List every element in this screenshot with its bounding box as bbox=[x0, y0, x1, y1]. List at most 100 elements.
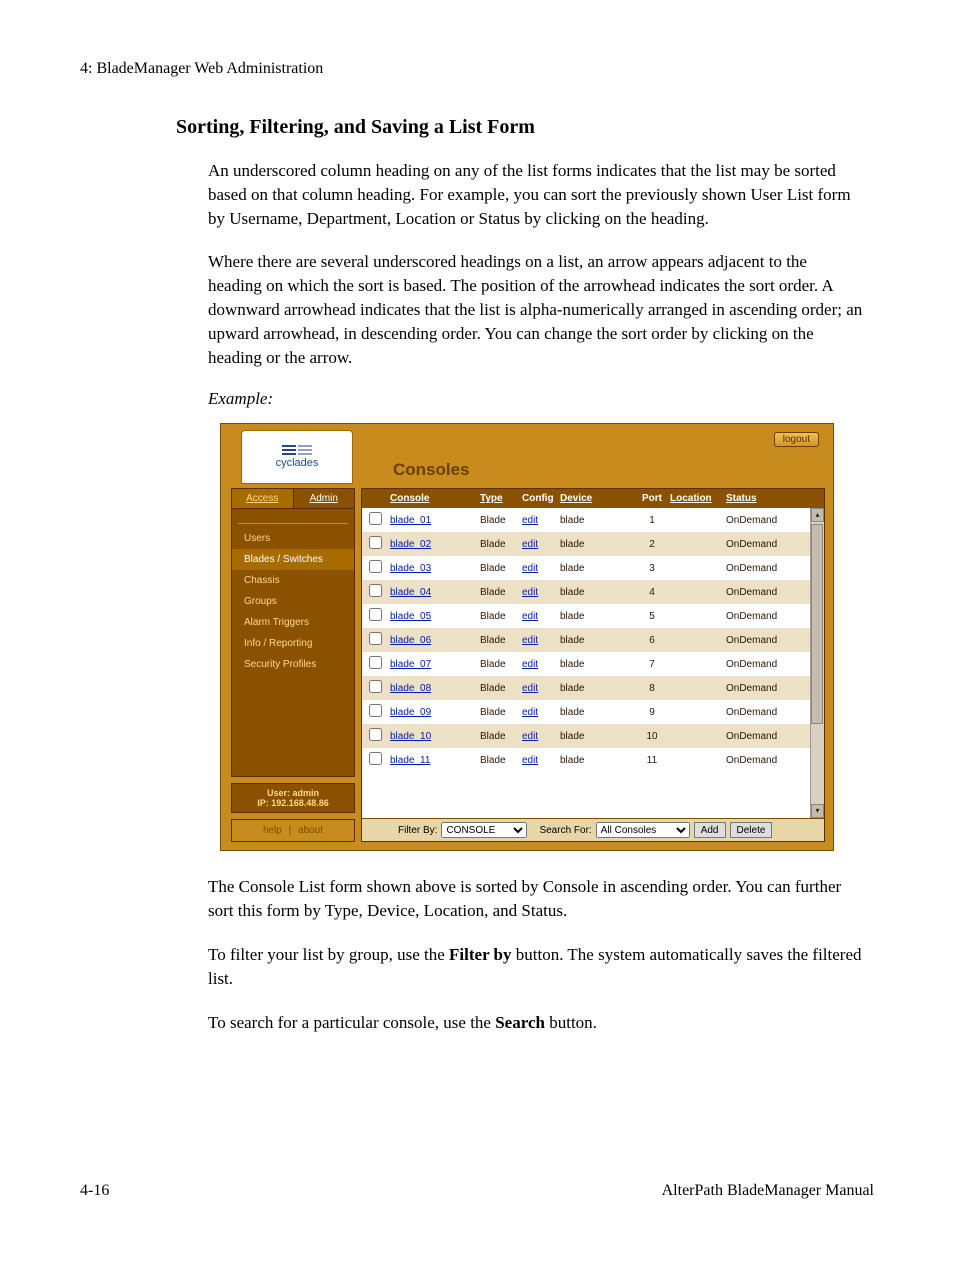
edit-link[interactable]: edit bbox=[522, 755, 538, 766]
cell-port: 10 bbox=[634, 731, 670, 742]
console-link[interactable]: blade_06 bbox=[390, 635, 431, 646]
nav-alarm-triggers[interactable]: Alarm Triggers bbox=[232, 612, 354, 633]
table-row: blade_01Bladeeditblade1OnDemand bbox=[362, 508, 824, 532]
console-link[interactable]: blade_09 bbox=[390, 707, 431, 718]
cell-device: blade bbox=[560, 563, 634, 574]
cell-port: 1 bbox=[634, 515, 670, 526]
app-screenshot: logout cyclades Consoles Access Admin bbox=[220, 423, 834, 851]
nav-chassis[interactable]: Chassis bbox=[232, 570, 354, 591]
edit-link[interactable]: edit bbox=[522, 659, 538, 670]
col-console[interactable]: Console bbox=[390, 493, 429, 504]
cell-type: Blade bbox=[480, 731, 522, 742]
console-link[interactable]: blade_02 bbox=[390, 539, 431, 550]
row-checkbox[interactable] bbox=[369, 728, 382, 741]
edit-link[interactable]: edit bbox=[522, 563, 538, 574]
table-row: blade_06Bladeeditblade6OnDemand bbox=[362, 628, 824, 652]
brand-text: cyclades bbox=[276, 457, 319, 469]
table-row: blade_11Bladeeditblade11OnDemand bbox=[362, 748, 824, 772]
edit-link[interactable]: edit bbox=[522, 515, 538, 526]
paragraph-5: To search for a particular console, use … bbox=[208, 1011, 864, 1035]
cell-status: OnDemand bbox=[726, 731, 786, 742]
console-link[interactable]: blade_07 bbox=[390, 659, 431, 670]
edit-link[interactable]: edit bbox=[522, 683, 538, 694]
col-port: Port bbox=[634, 493, 670, 504]
edit-link[interactable]: edit bbox=[522, 731, 538, 742]
nav-groups[interactable]: Groups bbox=[232, 591, 354, 612]
scroll-up-icon[interactable]: ▴ bbox=[811, 508, 824, 522]
console-link[interactable]: blade_03 bbox=[390, 563, 431, 574]
console-link[interactable]: blade_01 bbox=[390, 515, 431, 526]
filter-by-select[interactable]: CONSOLE bbox=[441, 822, 527, 838]
edit-link[interactable]: edit bbox=[522, 707, 538, 718]
cell-status: OnDemand bbox=[726, 659, 786, 670]
logo-icon bbox=[282, 445, 312, 455]
console-link[interactable]: blade_10 bbox=[390, 731, 431, 742]
cell-status: OnDemand bbox=[726, 587, 786, 598]
cell-status: OnDemand bbox=[726, 683, 786, 694]
console-link[interactable]: blade_04 bbox=[390, 587, 431, 598]
cell-status: OnDemand bbox=[726, 611, 786, 622]
cell-type: Blade bbox=[480, 563, 522, 574]
table-row: blade_05 Bladeedit blade5 OnDemand bbox=[362, 604, 824, 628]
tab-access[interactable]: Access bbox=[231, 488, 293, 508]
row-checkbox[interactable] bbox=[369, 704, 382, 717]
help-separator: | bbox=[289, 825, 292, 836]
row-checkbox[interactable] bbox=[369, 512, 382, 525]
row-checkbox[interactable] bbox=[369, 752, 382, 765]
row-checkbox[interactable] bbox=[369, 584, 382, 597]
nav-security-profiles[interactable]: Security Profiles bbox=[232, 654, 354, 675]
tab-admin[interactable]: Admin bbox=[293, 488, 356, 508]
row-checkbox[interactable] bbox=[369, 680, 382, 693]
edit-link[interactable]: edit bbox=[522, 587, 538, 598]
cell-device: blade bbox=[560, 683, 634, 694]
cell-type: Blade bbox=[480, 587, 522, 598]
console-link[interactable]: blade_05 bbox=[390, 611, 431, 622]
logout-button[interactable]: logout bbox=[774, 432, 819, 447]
row-checkbox[interactable] bbox=[369, 560, 382, 573]
col-location[interactable]: Location bbox=[670, 493, 712, 504]
scroll-down-icon[interactable]: ▾ bbox=[811, 804, 824, 818]
col-status[interactable]: Status bbox=[726, 493, 757, 504]
add-button[interactable]: Add bbox=[694, 822, 726, 838]
console-link[interactable]: blade_08 bbox=[390, 683, 431, 694]
cell-port: 11 bbox=[634, 755, 670, 766]
row-checkbox[interactable] bbox=[369, 632, 382, 645]
console-link[interactable]: blade_11 bbox=[390, 755, 430, 766]
table-row: blade_02Bladeeditblade2OnDemand bbox=[362, 532, 824, 556]
cell-device: blade bbox=[560, 539, 634, 550]
edit-link[interactable]: edit bbox=[522, 635, 538, 646]
example-label: Example: bbox=[208, 389, 273, 408]
section-title: Sorting, Filtering, and Saving a List Fo… bbox=[176, 116, 874, 139]
nav-blades-switches[interactable]: Blades / Switches bbox=[232, 549, 354, 570]
page-title: Consoles bbox=[393, 460, 470, 480]
col-device[interactable]: Device bbox=[560, 493, 592, 504]
cell-device: blade bbox=[560, 515, 634, 526]
user-line-2: IP: 192.168.48.86 bbox=[234, 798, 352, 808]
grid-body: ▴ ▾ blade_01Bladeeditblade1OnDemandblade… bbox=[362, 508, 824, 818]
edit-link[interactable]: edit bbox=[522, 611, 538, 622]
help-link[interactable]: help bbox=[263, 825, 282, 836]
cell-type: Blade bbox=[480, 755, 522, 766]
scroll-thumb[interactable] bbox=[811, 524, 823, 724]
cell-device: blade bbox=[560, 659, 634, 670]
nav-users[interactable]: Users bbox=[232, 528, 354, 549]
row-checkbox[interactable] bbox=[369, 536, 382, 549]
about-link[interactable]: about bbox=[298, 825, 323, 836]
delete-button[interactable]: Delete bbox=[730, 822, 773, 838]
cell-type: Blade bbox=[480, 611, 522, 622]
user-line-1: User: admin bbox=[234, 788, 352, 798]
grid-header: Console Type Config Device Port Location… bbox=[362, 489, 824, 508]
search-for-select[interactable]: All Consoles bbox=[596, 822, 690, 838]
cell-device: blade bbox=[560, 587, 634, 598]
paragraph-2: Where there are several underscored head… bbox=[208, 250, 864, 369]
cell-status: OnDemand bbox=[726, 635, 786, 646]
cell-port: 5 bbox=[634, 611, 670, 622]
col-type[interactable]: Type bbox=[480, 493, 503, 504]
row-checkbox[interactable] bbox=[369, 656, 382, 669]
edit-link[interactable]: edit bbox=[522, 539, 538, 550]
row-checkbox[interactable] bbox=[369, 608, 382, 621]
cell-device: blade bbox=[560, 611, 634, 622]
manual-title: AlterPath BladeManager Manual bbox=[662, 1182, 874, 1200]
vertical-scrollbar[interactable]: ▴ ▾ bbox=[810, 508, 824, 818]
nav-info-reporting[interactable]: Info / Reporting bbox=[232, 633, 354, 654]
